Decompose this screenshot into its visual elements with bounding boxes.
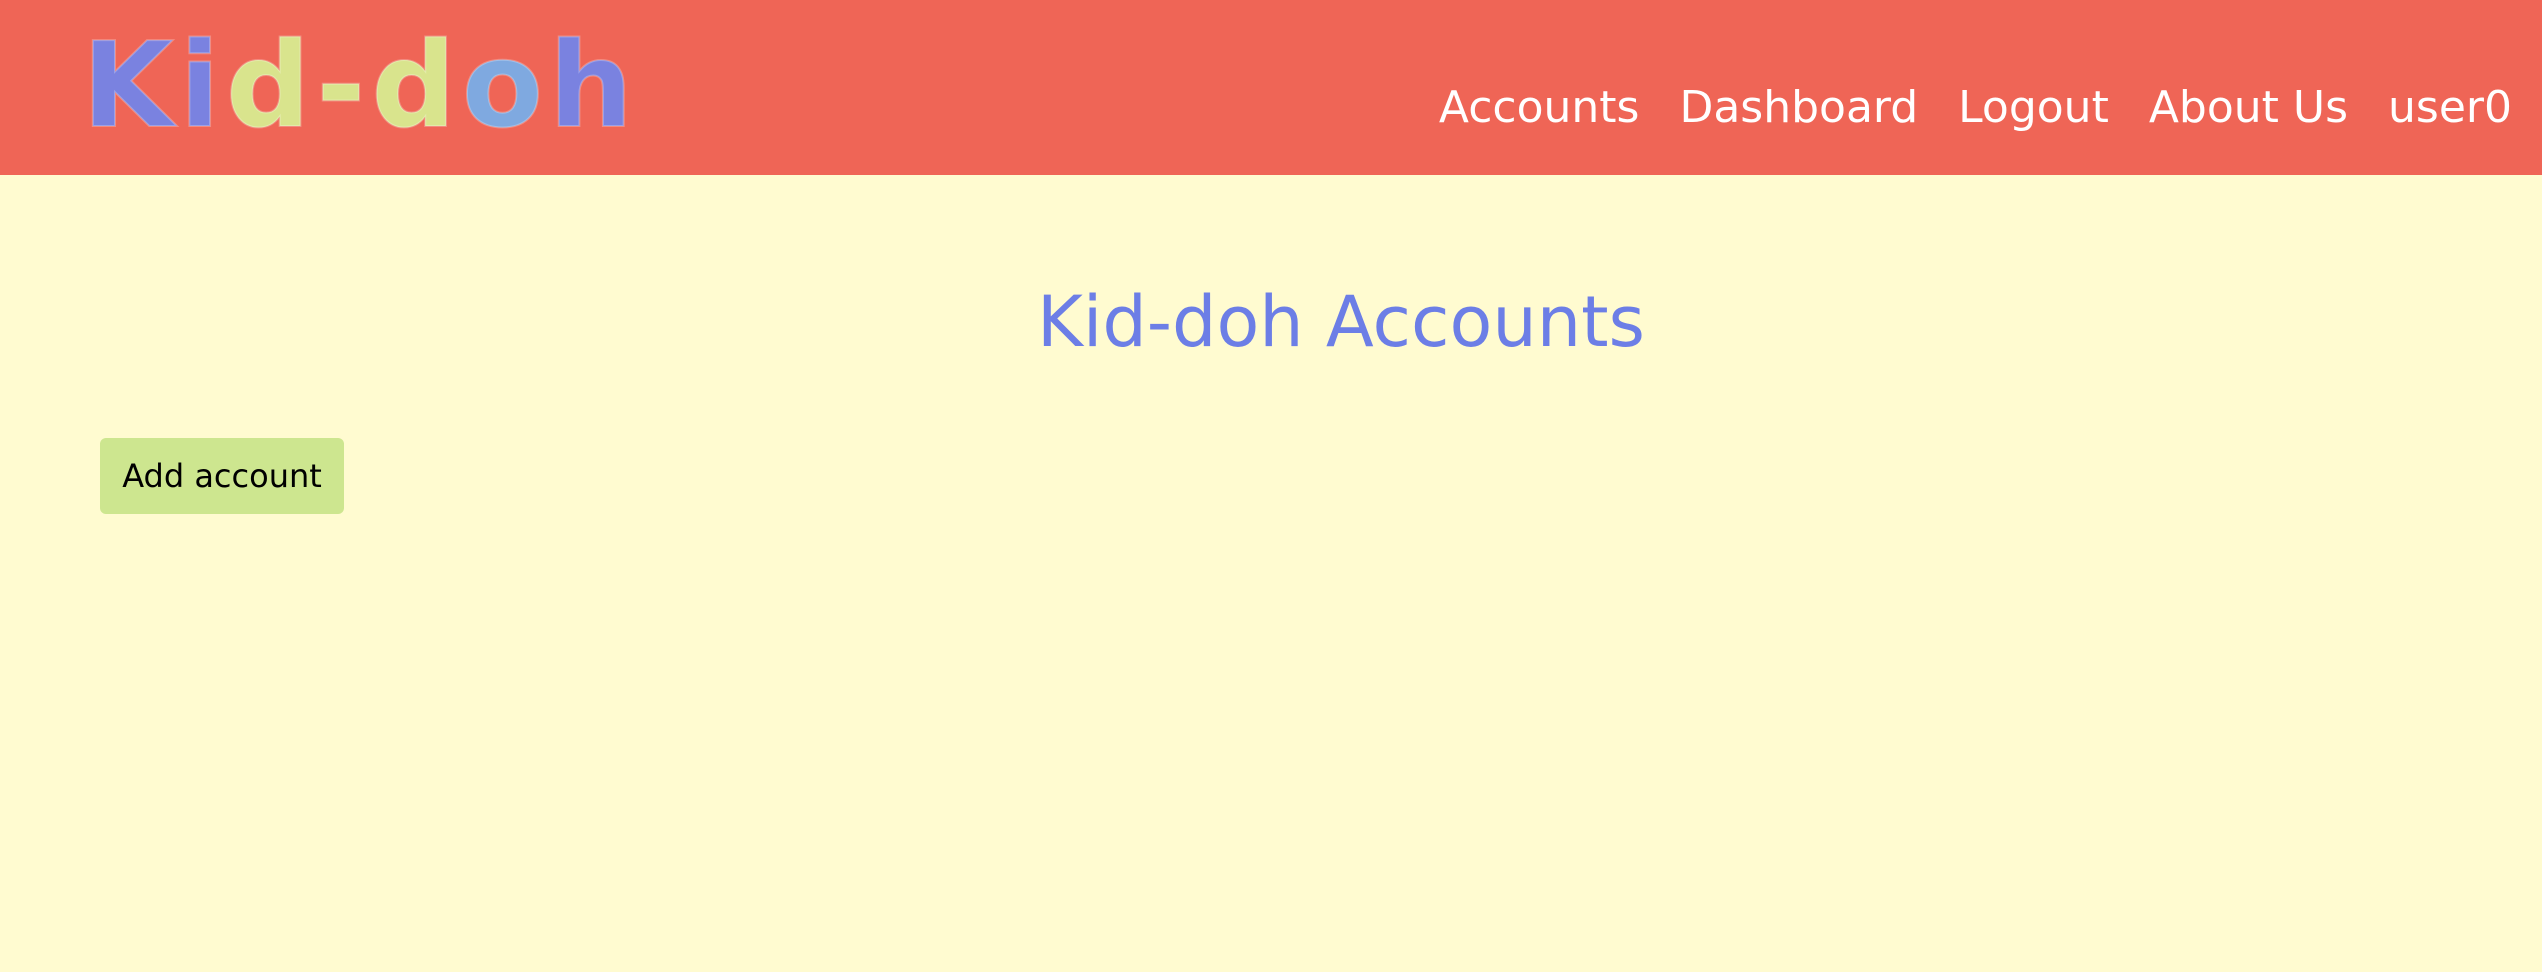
nav-link-user[interactable]: user0 [2388,78,2512,138]
logo-letter: K [81,16,180,154]
page-title: Kid-doh Accounts [1036,281,1646,363]
nav-menu: Accounts Dashboard Logout About Us user0 [1439,78,2512,138]
logo-letter: - [315,16,372,154]
logo[interactable]: Kid-doh [81,19,639,151]
logo-letter: i [178,16,226,154]
logo-letter: d [370,16,462,154]
add-account-button[interactable]: Add account [100,438,344,514]
nav-link-dashboard[interactable]: Dashboard [1679,78,1918,138]
nav-link-about-us[interactable]: About Us [2149,78,2348,138]
logo-letter: h [548,16,639,154]
logo-letter: d [225,16,317,154]
top-navbar: Kid-doh Accounts Dashboard Logout About … [0,0,2542,175]
nav-link-logout[interactable]: Logout [1958,78,2109,138]
logo-letter: o [461,16,549,154]
nav-link-accounts[interactable]: Accounts [1439,78,1640,138]
